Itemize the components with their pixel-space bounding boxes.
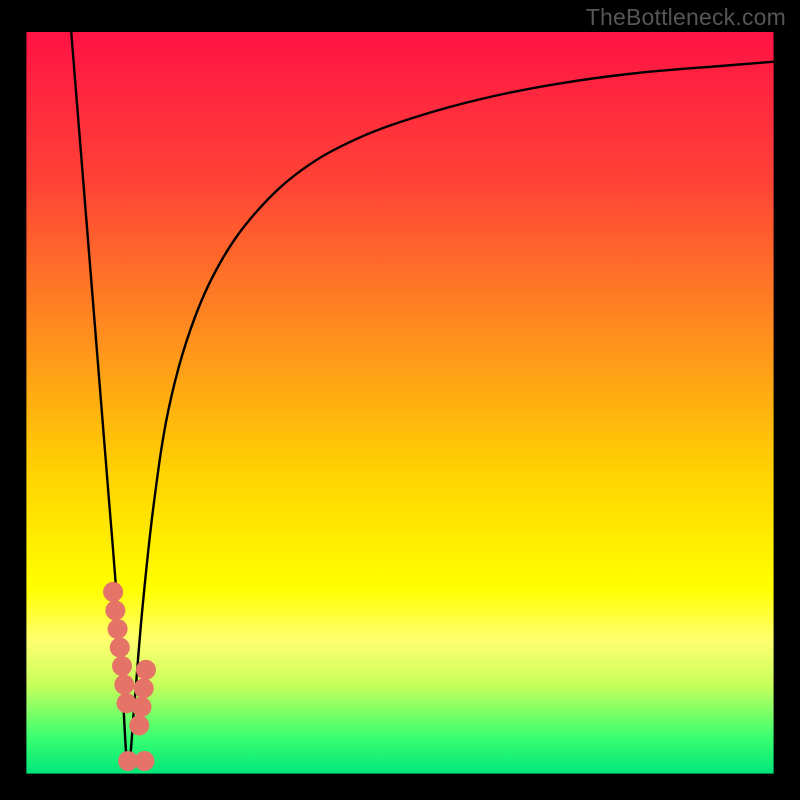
bottleneck-chart xyxy=(0,0,800,800)
watermark-text: TheBottleneck.com xyxy=(586,4,786,31)
marker-seg-left-2 xyxy=(105,600,125,620)
chart-frame: TheBottleneck.com xyxy=(0,0,800,800)
marker-seg-right-2 xyxy=(131,697,151,717)
marker-seg-right-top xyxy=(136,660,156,680)
marker-seg-left-4 xyxy=(110,638,130,658)
marker-seg-left-6 xyxy=(114,675,134,695)
marker-seg-left-5 xyxy=(112,656,132,676)
marker-seg-left-3 xyxy=(108,619,128,639)
marker-dot-bottom-2 xyxy=(134,751,154,771)
marker-seg-left-top xyxy=(103,582,123,602)
marker-seg-right-3 xyxy=(134,678,154,698)
marker-seg-right-bottom xyxy=(129,715,149,735)
